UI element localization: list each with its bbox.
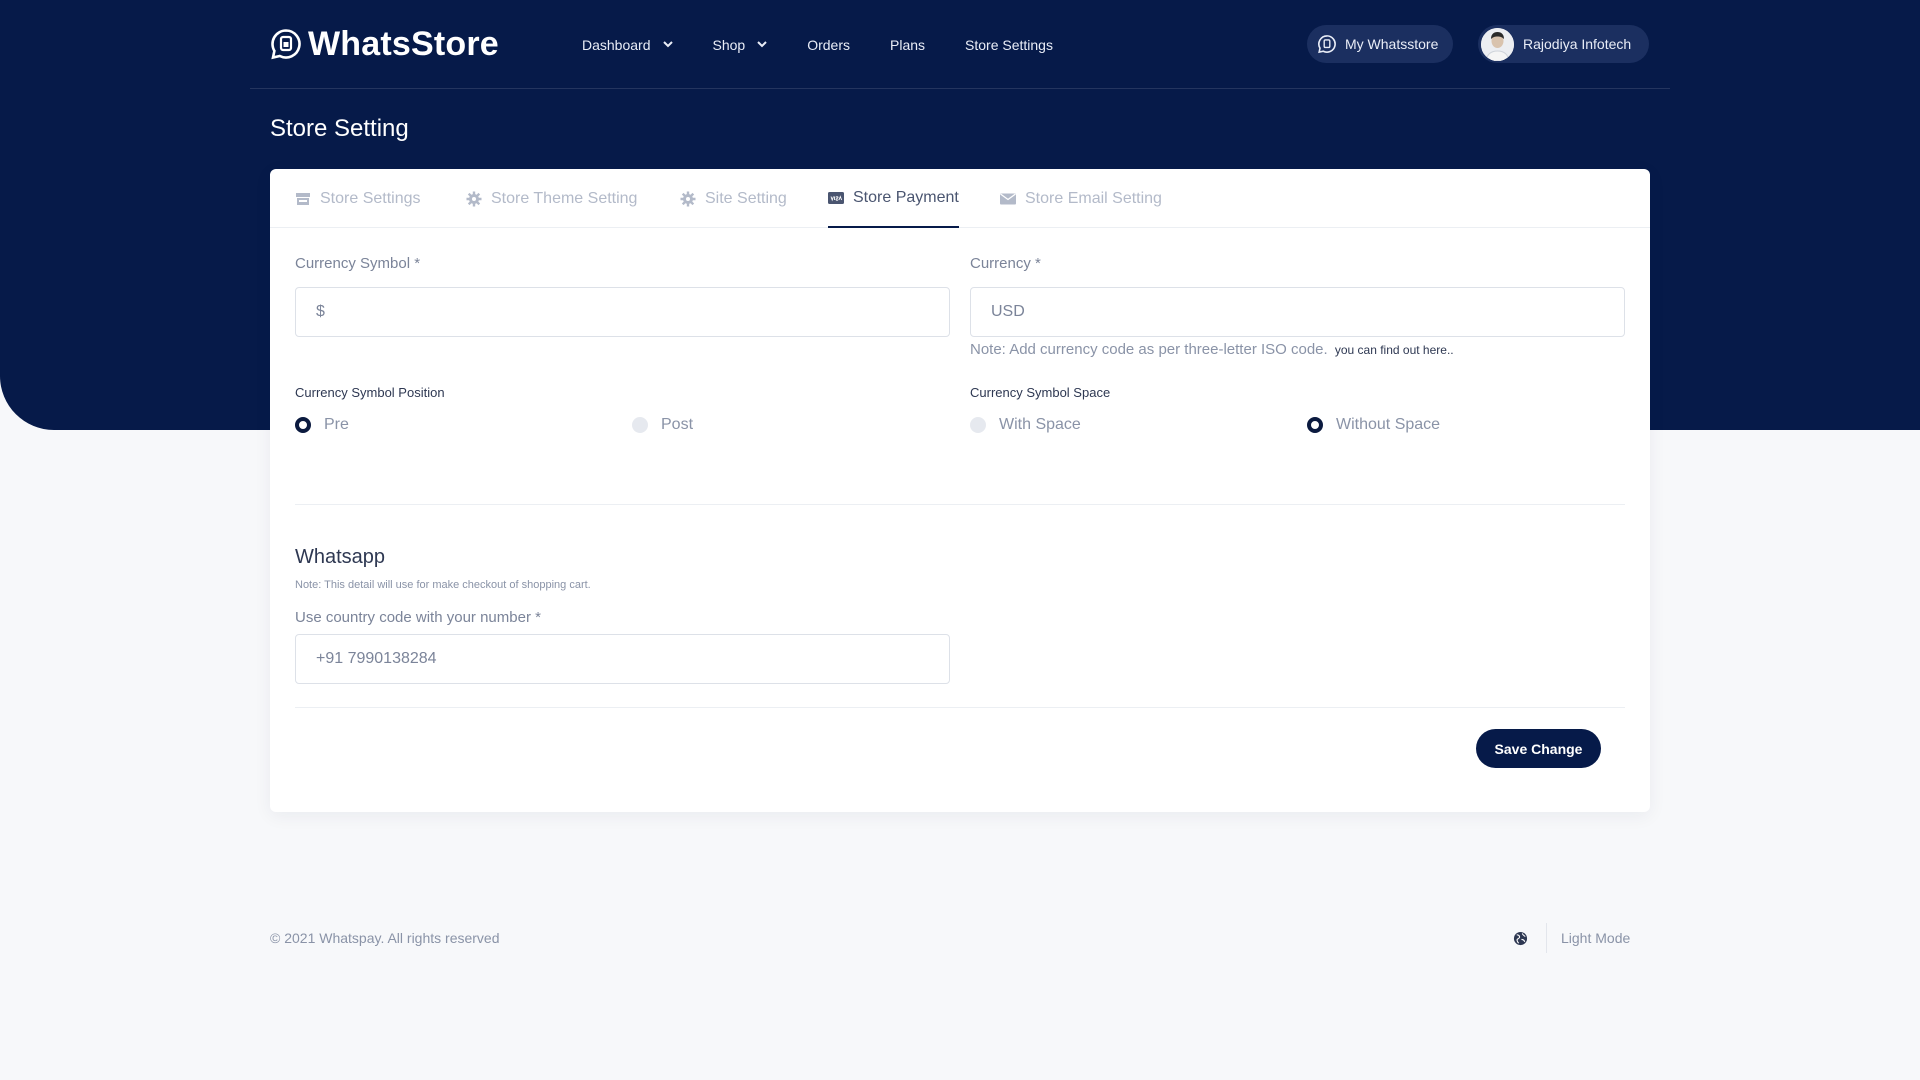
gear-icon [466, 191, 482, 206]
page-title: Store Setting [270, 115, 409, 142]
footer-copyright: © 2021 Whatspay. All rights reserved [270, 930, 500, 946]
nav-shop-label: Shop [712, 36, 746, 53]
nav-store-settings[interactable]: Store Settings [965, 37, 1053, 53]
avatar [1481, 27, 1514, 61]
radio-label: Without Space [1336, 416, 1441, 433]
main-nav: Dashboard Shop Orders Plans Store Settin… [582, 0, 1093, 89]
tab-label: Site Setting [705, 189, 787, 207]
tab-store-email-setting[interactable]: Store Email Setting [1000, 169, 1162, 228]
divider [295, 707, 1625, 708]
symbol-space-label: Currency Symbol Space [970, 385, 1111, 400]
tab-site-setting[interactable]: Site Setting [680, 169, 787, 228]
globe-icon[interactable] [1513, 931, 1528, 946]
currency-symbol-label: Currency Symbol * [295, 255, 421, 272]
radio-label: Post [661, 416, 694, 433]
user-menu[interactable]: Rajodiya Infotech [1478, 25, 1649, 63]
tab-label: Store Settings [320, 189, 421, 207]
tab-label: Store Payment [853, 188, 959, 206]
nav-plans[interactable]: Plans [890, 37, 925, 53]
divider [295, 504, 1625, 505]
radio-button-selected[interactable] [295, 417, 311, 433]
footer-separator [1546, 923, 1547, 953]
radio-without-space[interactable]: Without Space [1307, 416, 1440, 434]
store-icon [296, 192, 310, 205]
tab-label: Store Email Setting [1025, 189, 1162, 207]
tab-store-theme-setting[interactable]: Store Theme Setting [466, 169, 637, 228]
my-whatsstore-label: My Whatsstore [1345, 36, 1439, 52]
whatsapp-number-input[interactable] [295, 634, 950, 684]
currency-note: Note: Add currency code as per three-let… [970, 341, 1454, 358]
currency-symbol-input[interactable] [295, 287, 950, 337]
iso-code-link[interactable]: you can find out here.. [1335, 343, 1454, 357]
radio-button-selected[interactable] [1307, 417, 1323, 433]
nav-orders-label: Orders [807, 36, 850, 53]
save-change-button[interactable]: Save Change [1476, 729, 1601, 768]
radio-button[interactable] [970, 417, 986, 433]
radio-with-space[interactable]: With Space [970, 416, 1081, 434]
currency-note-text: Note: Add currency code as per three-let… [970, 341, 1328, 358]
tab-store-payment[interactable]: Store Payment [828, 169, 959, 228]
radio-button[interactable] [632, 417, 648, 433]
symbol-position-label: Currency Symbol Position [295, 385, 445, 400]
brand-name: WhatsStore [308, 24, 499, 63]
light-mode-toggle[interactable]: Light Mode [1561, 930, 1630, 946]
whatsapp-icon [1318, 35, 1336, 54]
footer-mode-toggle: Light Mode [1513, 921, 1630, 955]
whatsapp-section-title: Whatsapp [295, 546, 386, 568]
visa-card-icon [828, 191, 844, 204]
user-avatar-icon [1481, 27, 1514, 61]
whatsapp-number-label: Use country code with your number * [295, 609, 541, 626]
tab-store-settings[interactable]: Store Settings [295, 169, 421, 228]
radio-pre[interactable]: Pre [295, 416, 349, 434]
whatsapp-logo-icon [271, 29, 301, 60]
nav-dashboard-label: Dashboard [582, 36, 651, 53]
currency-input[interactable] [970, 287, 1625, 337]
radio-post[interactable]: Post [632, 416, 693, 434]
currency-label: Currency * [970, 255, 1041, 272]
envelope-icon [1000, 192, 1016, 204]
settings-tabs: Store Settings Store Theme Setting Site … [270, 169, 1650, 228]
top-navbar: WhatsStore Dashboard Shop Orders Plans S… [250, 0, 1670, 89]
chevron-down-icon [757, 41, 767, 48]
tab-label: Store Theme Setting [491, 189, 638, 207]
nav-orders[interactable]: Orders [807, 37, 850, 53]
nav-shop[interactable]: Shop [713, 37, 768, 53]
brand-logo[interactable]: WhatsStore [270, 24, 499, 63]
user-name: Rajodiya Infotech [1523, 36, 1632, 52]
chevron-down-icon [662, 41, 673, 48]
my-whatsstore-button[interactable]: My Whatsstore [1307, 25, 1453, 63]
radio-label: Pre [324, 416, 349, 433]
gear-icon [680, 191, 696, 206]
nav-dashboard[interactable]: Dashboard [582, 37, 673, 53]
nav-store-settings-label: Store Settings [965, 36, 1053, 53]
radio-label: With Space [999, 416, 1081, 433]
settings-card: Store Settings Store Theme Setting Site … [270, 169, 1650, 812]
nav-plans-label: Plans [890, 36, 926, 53]
whatsapp-note: Note: This detail will use for make chec… [295, 579, 591, 591]
